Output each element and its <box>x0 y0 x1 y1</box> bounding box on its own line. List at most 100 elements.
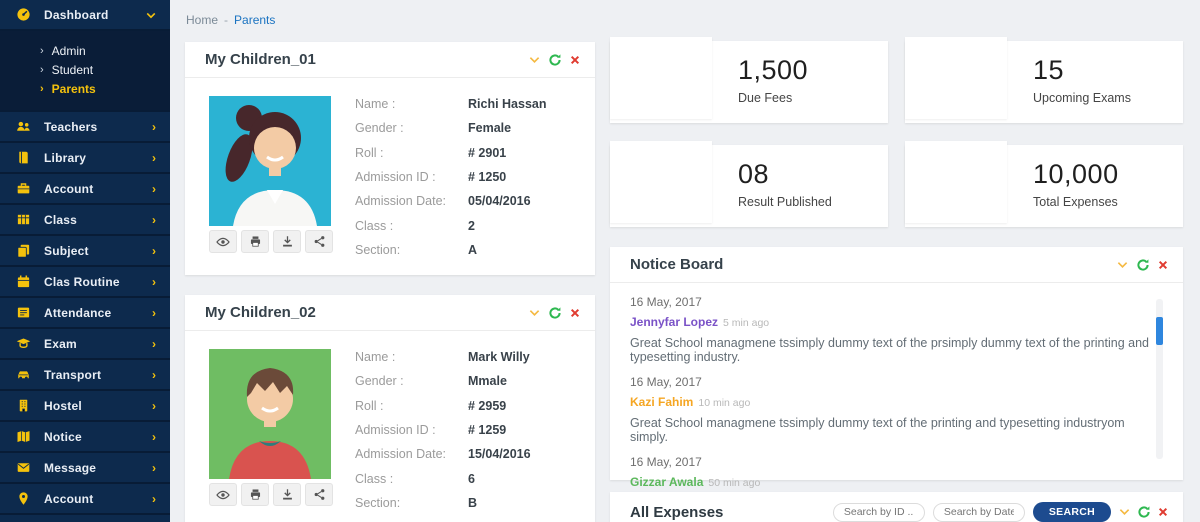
printer-icon <box>249 488 262 501</box>
detail-value: Mmale <box>468 374 507 388</box>
stat-label: Upcoming Exams <box>1033 91 1131 105</box>
stat-text: 15 Upcoming Exams <box>1033 55 1131 105</box>
chevron-right-icon: › <box>152 337 156 351</box>
detail-label: Admission Date: <box>355 194 468 208</box>
notice-time: 5 min ago <box>723 317 769 329</box>
eye-icon <box>216 489 230 501</box>
sidebar-item-message[interactable]: Message › <box>0 453 170 484</box>
collapse-chevron-icon[interactable] <box>529 309 540 317</box>
chevron-down-icon <box>146 6 156 24</box>
collapse-chevron-icon[interactable] <box>1119 508 1130 516</box>
chevron-right-icon: › <box>40 45 44 57</box>
sidebar-item-label: Transport <box>44 368 152 382</box>
close-icon[interactable] <box>1158 260 1168 270</box>
print-button[interactable] <box>241 230 269 253</box>
sidebar-item-hostel[interactable]: Hostel › <box>0 391 170 422</box>
child-avatar-boy <box>209 349 331 479</box>
detail-label: Roll : <box>355 146 468 160</box>
detail-value: Richi Hassan <box>468 97 547 111</box>
sidebar-item-label: Exam <box>44 337 152 351</box>
search-by-id-input[interactable] <box>833 503 925 522</box>
detail-value: 2 <box>468 219 475 233</box>
sidebar-item-class[interactable]: Class › <box>0 205 170 236</box>
card-title: Notice Board <box>630 256 723 273</box>
breadcrumb-home[interactable]: Home <box>186 13 218 27</box>
detail-value: # 1250 <box>468 170 506 184</box>
download-button[interactable] <box>273 230 301 253</box>
detail-value: 05/04/2016 <box>468 194 531 208</box>
view-button[interactable] <box>209 230 237 253</box>
notice-list: 16 May, 2017 Jennyfar Lopez 5 min ago Gre… <box>610 283 1183 522</box>
expenses-header: All Expenses SEARCH <box>610 492 1183 522</box>
share-button[interactable] <box>305 230 333 253</box>
view-button[interactable] <box>209 483 237 506</box>
notice-date: 16 May, 2017 <box>630 375 1163 389</box>
building-icon <box>16 398 31 413</box>
close-icon[interactable] <box>570 308 580 318</box>
sidebar-item-label: Clas Routine <box>44 275 152 289</box>
sidebar-subitem-student[interactable]: › Student <box>0 60 170 79</box>
stat-card-image-panel <box>610 141 712 223</box>
stat-value: 08 <box>738 159 832 190</box>
chevron-right-icon: › <box>152 244 156 258</box>
sidebar-subitem-parents[interactable]: › Parents <box>0 79 170 98</box>
all-expenses-card: All Expenses SEARCH <box>610 492 1183 522</box>
map-pin-icon <box>16 491 31 506</box>
breadcrumb-separator: - <box>224 13 228 27</box>
search-by-date-input[interactable] <box>933 503 1025 522</box>
sidebar-item-attendance[interactable]: Attendance › <box>0 298 170 329</box>
print-button[interactable] <box>241 483 269 506</box>
notice-text: Great School managmene tssimply dummy te… <box>630 416 1163 444</box>
child-details: Name :Mark Willy Gender :Mmale Roll :# 2… <box>355 345 580 515</box>
sidebar: Dashboard › Admin › Student › Parents Te… <box>0 0 170 522</box>
share-button[interactable] <box>305 483 333 506</box>
chevron-right-icon: › <box>40 64 44 76</box>
sidebar-item-transport[interactable]: Transport › <box>0 360 170 391</box>
refresh-icon[interactable] <box>549 307 561 319</box>
search-button[interactable]: SEARCH <box>1033 502 1111 522</box>
sidebar-item-exam[interactable]: Exam › <box>0 329 170 360</box>
notice-date: 16 May, 2017 <box>630 295 1163 309</box>
refresh-icon[interactable] <box>1137 259 1149 271</box>
notice-author[interactable]: Kazi Fahim <box>630 395 693 409</box>
sidebar-item-account[interactable]: Account › <box>0 174 170 205</box>
detail-row: Gender :Mmale <box>355 369 580 393</box>
notice-scrollbar-track[interactable] <box>1156 299 1163 459</box>
sidebar-item-subject[interactable]: Subject › <box>0 236 170 267</box>
detail-row: Class :2 <box>355 213 580 237</box>
card-header: Notice Board <box>610 247 1183 283</box>
sidebar-item-account-2[interactable]: Account › <box>0 484 170 515</box>
child-details: Name :Richi Hassan Gender :Female Roll :… <box>355 92 580 262</box>
detail-row: Section:A <box>355 238 580 262</box>
sidebar-subitem-admin[interactable]: › Admin <box>0 41 170 60</box>
detail-row: Admission Date:05/04/2016 <box>355 189 580 213</box>
sidebar-item-dashboard[interactable]: Dashboard <box>0 0 170 31</box>
eye-icon <box>216 236 230 248</box>
notice-scrollbar-thumb[interactable] <box>1156 317 1163 345</box>
close-icon[interactable] <box>570 55 580 65</box>
download-button[interactable] <box>273 483 301 506</box>
collapse-chevron-icon[interactable] <box>1117 261 1128 269</box>
chevron-right-icon: › <box>152 306 156 320</box>
my-children-02-card: My Children_02 Nam <box>185 295 595 522</box>
notice-time: 50 min ago <box>708 477 760 489</box>
sidebar-item-clas-routine[interactable]: Clas Routine › <box>0 267 170 298</box>
refresh-icon[interactable] <box>549 54 561 66</box>
notice-author[interactable]: Jennyfar Lopez <box>630 315 718 329</box>
detail-label: Section: <box>355 243 468 257</box>
refresh-icon[interactable] <box>1138 506 1150 518</box>
detail-label: Roll : <box>355 399 468 413</box>
close-icon[interactable] <box>1158 507 1168 517</box>
share-icon <box>313 235 326 248</box>
detail-label: Name : <box>355 97 468 111</box>
sidebar-subitem-label: Parents <box>52 82 96 96</box>
sidebar-item-library[interactable]: Library › <box>0 143 170 174</box>
sidebar-item-teachers[interactable]: Teachers › <box>0 112 170 143</box>
notice-author[interactable]: Gizzar Awala <box>630 475 703 489</box>
collapse-chevron-icon[interactable] <box>529 56 540 64</box>
sidebar-item-notice[interactable]: Notice › <box>0 422 170 453</box>
chevron-right-icon: › <box>152 151 156 165</box>
stat-label: Result Published <box>738 195 832 209</box>
breadcrumb-current[interactable]: Parents <box>234 13 275 27</box>
download-icon <box>281 488 294 501</box>
